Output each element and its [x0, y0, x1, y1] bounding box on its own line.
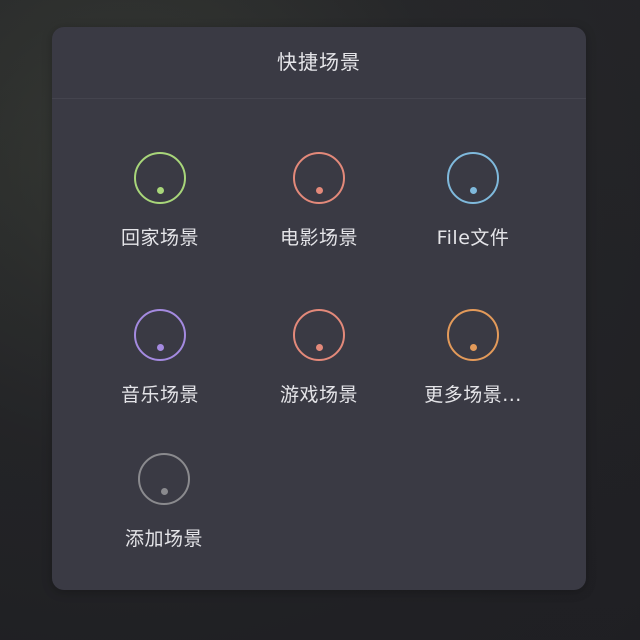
scene-movie[interactable]: 电影场景: [249, 152, 389, 250]
movie-scene-knob-icon: [293, 152, 345, 204]
quick-scenes-panel: 快捷场景 回家场景 电影场景 File文件 音乐场景 游戏场景 更多场景... …: [52, 27, 586, 590]
scene-music[interactable]: 音乐场景: [90, 309, 230, 407]
scene-label: 回家场景: [120, 227, 199, 249]
scene-label: File文件: [436, 227, 510, 249]
file-scene-knob-icon: [447, 152, 499, 204]
panel-title: 快捷场景: [277, 50, 361, 74]
more-scenes-knob-icon: [447, 309, 499, 361]
scene-file[interactable]: File文件: [403, 152, 543, 250]
scene-home[interactable]: 回家场景: [90, 152, 230, 250]
scene-label: 游戏场景: [279, 384, 358, 406]
knob-dot: [160, 488, 168, 495]
knob-dot: [156, 187, 164, 194]
knob-dot: [156, 344, 164, 351]
scene-label: 电影场景: [279, 227, 358, 249]
game-scene-knob-icon: [293, 309, 345, 361]
music-scene-knob-icon: [134, 309, 186, 361]
scene-game[interactable]: 游戏场景: [249, 309, 389, 407]
scene-label: 更多场景...: [424, 384, 522, 406]
knob-dot: [469, 344, 477, 351]
knob-dot: [315, 187, 323, 194]
add-scene-knob-icon: [138, 453, 190, 505]
scene-label: 音乐场景: [120, 384, 199, 406]
add-scene-button[interactable]: 添加场景: [94, 453, 234, 551]
home-scene-knob-icon: [134, 152, 186, 204]
scene-label: 添加场景: [124, 528, 203, 550]
knob-dot: [469, 187, 477, 194]
scene-more[interactable]: 更多场景...: [403, 309, 543, 407]
panel-header: 快捷场景: [52, 27, 586, 99]
knob-dot: [315, 344, 323, 351]
